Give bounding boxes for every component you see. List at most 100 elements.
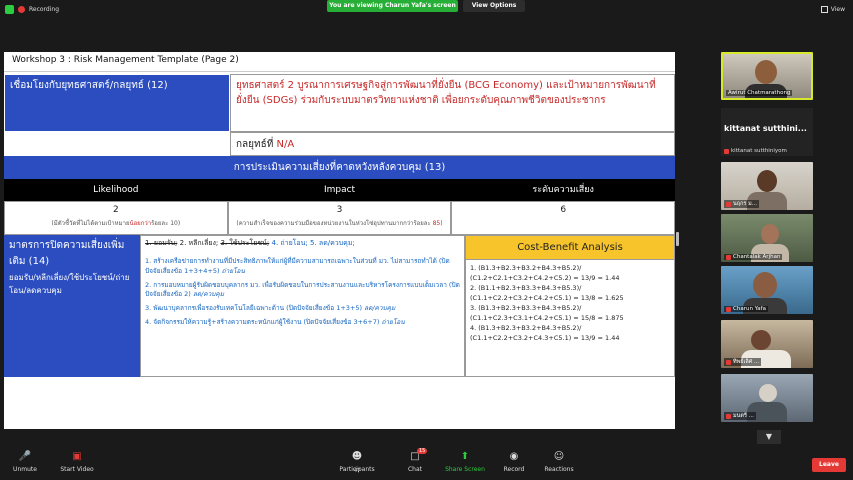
- cost-benefit-cell: Cost-Benefit Analysis 1. (B1.3+B2.3+B3.2…: [465, 235, 675, 377]
- participant-tile[interactable]: Awirut Chatmarathong: [721, 52, 813, 100]
- action-text: 1. สร้างเครือข่ายการทำงานที่มีประสิทธิภา…: [145, 257, 450, 275]
- muted-mic-icon: [726, 359, 731, 365]
- shared-screen-slide: Workshop 3 : Risk Management Template (P…: [4, 52, 676, 429]
- participant-tile[interactable]: ทิพย์เลิศ ...: [721, 320, 813, 368]
- view-button-label: View: [830, 6, 845, 13]
- tactic-cell: กลยุทธ์ที่ N/A: [230, 132, 675, 156]
- action-item: 3. พัฒนาบุคลากรเพื่อรองรับเทคโนโลยีเฉพาะ…: [145, 304, 460, 314]
- cba-line: (C1.1+C2.2+C3.2+C4.2+C5.1) = 13/8 = 1.62…: [470, 294, 624, 303]
- muted-mic-icon: [726, 201, 731, 207]
- panel-resize-handle[interactable]: [676, 232, 679, 246]
- muted-mic-icon: [726, 413, 731, 419]
- recording-indicator[interactable]: Recording: [5, 5, 59, 14]
- muted-mic-icon: [724, 148, 729, 154]
- reactions-label: Reactions: [544, 466, 574, 473]
- participant-name-text: kittanat sutthiniyom: [731, 148, 787, 154]
- view-options-button[interactable]: View Options: [463, 0, 525, 12]
- recording-label: Recording: [29, 6, 60, 13]
- action-tag: ลด/ควบคุม: [192, 290, 225, 299]
- assessment-headers: Likelihood Impact ระดับความเสี่ยง: [4, 179, 675, 201]
- measures-row: มาตรการปิดความเสี่ยงเพิ่มเติม (14) ยอมรั…: [4, 235, 675, 377]
- participant-tile[interactable]: มนตรี ...: [721, 374, 813, 422]
- video-off-icon: ▣: [72, 451, 82, 462]
- impact-cell: 3 (ความสำเร็จของความร่วมมือของหน่วยงานใน…: [227, 201, 452, 235]
- share-screen-label: Share Screen: [445, 466, 485, 473]
- participant-name-text: นฤกร ม...: [733, 201, 757, 207]
- cba-line: (C1.1+C2.3+C3.1+C4.2+C5.1) = 15/8 = 1.87…: [470, 314, 624, 323]
- cba-line: 4. (B1.3+B2.3+B3.2+B4.3+B5.2)/: [470, 324, 582, 333]
- cba-line: (C1.2+C2.1+C3.2+C4.2+C5.2) = 13/9 = 1.44: [470, 274, 620, 283]
- likelihood-header: Likelihood: [93, 185, 139, 195]
- impact-note-text: (ความสำเร็จของความร่วมมือของหน่วยงานในห่…: [236, 220, 433, 227]
- participant-name: Chantalak Arjhan: [724, 254, 783, 260]
- likelihood-note-text: (มีตัวชี้วัดที่ไม่ได้ตามเป้าหมาย: [51, 220, 130, 227]
- likelihood-note-end: ร้อยละ 10): [151, 220, 181, 227]
- impact-note-end: ): [440, 220, 443, 227]
- assessment-values: 2 (มีตัวชี้วัดที่ไม่ได้ตามเป้าหมายน้อยกว…: [4, 201, 676, 235]
- view-button[interactable]: View: [820, 6, 845, 13]
- action-tag: ถ่ายโอน: [221, 266, 245, 275]
- participant-name: มนตรี ...: [724, 412, 756, 420]
- record-button[interactable]: ◉ Record: [502, 450, 526, 473]
- measure-sub: ยอมรับ/หลีกเลี่ยง/ใช้ประโยชน์/ถ่ายโอน/ลด…: [9, 273, 130, 295]
- impact-value: 3: [336, 205, 343, 215]
- likelihood-value: 2: [112, 205, 119, 215]
- actions-cell: 1. ยอมรับ; 2. หลีกเลี่ยง; 3. ใช้ประโยชน์…: [140, 235, 465, 377]
- share-screen-button[interactable]: ⬆ Share Screen: [444, 450, 486, 473]
- leave-button[interactable]: Leave: [812, 458, 846, 472]
- unmute-label: Unmute: [13, 466, 37, 473]
- measure-cell: มาตรการปิดความเสี่ยงเพิ่มเติม (14) ยอมรั…: [4, 235, 140, 377]
- smiley-icon: ☺: [553, 451, 565, 462]
- level-header: ระดับความเสี่ยง: [532, 185, 594, 195]
- participants-label: Participants: [339, 466, 375, 473]
- tactic-row: กลยุทธ์ที่ N/A: [4, 132, 675, 156]
- muted-mic-icon: [726, 254, 731, 260]
- participant-name-text: มนตรี ...: [733, 413, 754, 419]
- option-exploit: 3. ใช้ประโยชน์;: [220, 239, 270, 247]
- participants-icon: ☻47: [351, 451, 363, 474]
- participant-name-text: Charun Yafa: [733, 306, 766, 312]
- participant-tile[interactable]: Chantalak Arjhan: [721, 214, 813, 262]
- participant-name: นฤกร ม...: [724, 200, 759, 208]
- impact-note: (ความสำเร็จของความร่วมมือของหน่วยงานในห่…: [229, 218, 451, 228]
- blank-cell: [4, 132, 230, 156]
- strategy-text: ยุทธศาสตร์ 2 บูรณาการเศรษฐกิจสู่การพัฒนา…: [230, 74, 675, 132]
- chat-button[interactable]: □ 15 Chat: [404, 448, 428, 473]
- option-transfer: 4. ถ่ายโอน;: [271, 239, 308, 247]
- chat-badge: 15: [417, 448, 428, 454]
- gallery-scroll-down-button[interactable]: ▼: [757, 430, 781, 444]
- likelihood-note: (มีตัวชี้วัดที่ไม่ได้ตามเป้าหมายน้อยกว่า…: [5, 218, 227, 228]
- slide-title: Workshop 3 : Risk Management Template (P…: [4, 52, 675, 72]
- microphone-muted-icon: 🎤: [18, 451, 32, 462]
- participant-name: ทิพย์เลิศ ...: [724, 358, 762, 366]
- action-text: 3. พัฒนาบุคลากรเพื่อรองรับเทคโนโลยีเฉพาะ…: [145, 304, 363, 312]
- cba-line: (C1.1+C2.2+C3.2+C4.3+C5.1) = 13/9 = 1.44: [470, 334, 620, 343]
- participant-name-text: Chantalak Arjhan: [733, 254, 781, 260]
- start-video-button[interactable]: ▣ Start Video: [56, 450, 98, 473]
- cba-title: Cost-Benefit Analysis: [466, 236, 674, 260]
- participants-button[interactable]: ☻47 Participants: [336, 450, 378, 474]
- reactions-button[interactable]: ☺ Reactions: [542, 450, 576, 473]
- participant-name: kittanat sutthiniyom: [724, 148, 787, 154]
- cba-line: 2. (B1.1+B2.3+B3.3+B4.3+B5.3)/: [470, 284, 582, 293]
- meeting-topbar: Recording You are viewing Charun Yafa's …: [0, 0, 853, 22]
- action-text: 4. จัดกิจกรรมให้ความรู้+สร้างความตระหนัก…: [145, 317, 380, 326]
- level-value: 6: [560, 205, 567, 215]
- likelihood-cell: 2 (มีตัวชี้วัดที่ไม่ได้ตามเป้าหมายน้อยกว…: [4, 201, 228, 235]
- participant-tile[interactable]: kittanat sutthini... kittanat sutthiniyo…: [721, 108, 813, 156]
- participant-name-text: ทิพย์เลิศ ...: [733, 359, 760, 365]
- likelihood-note-highlight: น้อยกว่า: [129, 220, 152, 227]
- level-cell: 6: [451, 201, 676, 235]
- action-tag: ถ่ายโอน: [381, 317, 405, 326]
- tactic-label: กลยุทธ์ที่: [236, 139, 274, 150]
- participant-tile[interactable]: Charun Yafa: [721, 266, 813, 314]
- unmute-button[interactable]: 🎤 Unmute: [8, 450, 42, 473]
- participant-tile[interactable]: นฤกร ม...: [721, 162, 813, 210]
- action-tag: ลด/ควบคุม: [364, 304, 396, 312]
- cba-line: 1. (B1.3+B2.3+B3.2+B4.3+B5.2)/: [470, 264, 582, 272]
- muted-mic-icon: [726, 306, 731, 312]
- security-shield-icon[interactable]: [5, 5, 14, 14]
- participant-display-name: kittanat sutthini...: [724, 124, 807, 133]
- record-label: Record: [503, 466, 525, 473]
- start-video-label: Start Video: [60, 466, 94, 473]
